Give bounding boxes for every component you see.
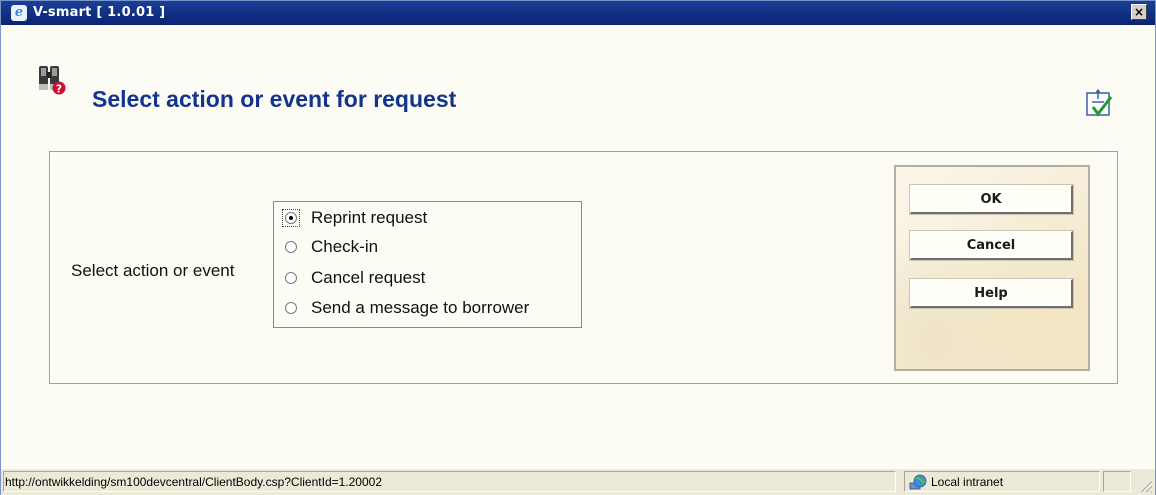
radio-label: Reprint request — [311, 208, 428, 227]
ok-button[interactable]: OK — [909, 184, 1074, 215]
globe-intranet-icon — [909, 474, 927, 490]
radio-button[interactable] — [285, 212, 297, 224]
page-title: Select action or event for request — [92, 86, 457, 112]
radio-label: Send a message to borrower — [311, 298, 530, 317]
resize-grip-icon[interactable] — [1135, 475, 1153, 493]
form-check-icon[interactable] — [1084, 89, 1114, 119]
status-url: http://ontwikkelding/sm100devcentral/Cli… — [3, 471, 896, 492]
radio-button[interactable] — [285, 241, 297, 253]
security-zone[interactable]: Local intranet — [904, 471, 1100, 492]
field-label-action: Select action or event — [71, 261, 235, 280]
radio-label: Cancel request — [311, 268, 426, 287]
svg-text:?: ? — [56, 83, 62, 96]
browser-icon: e — [11, 5, 27, 21]
status-bar: http://ontwikkelding/sm100devcentral/Cli… — [1, 468, 1155, 495]
status-panel-empty — [1103, 471, 1131, 492]
window-title: V-smart [ 1.0.01 ] — [33, 5, 166, 20]
help-button[interactable]: Help — [909, 278, 1074, 309]
radio-label: Check-in — [311, 237, 379, 256]
radio-button[interactable] — [285, 272, 297, 284]
zone-label: Local intranet — [931, 475, 1004, 489]
cancel-button[interactable]: Cancel — [909, 230, 1074, 261]
title-bar[interactable]: e V-smart [ 1.0.01 ] × — [1, 1, 1155, 25]
application-window: e V-smart [ 1.0.01 ] × ? Select action o… — [0, 0, 1156, 495]
action-radio-group: Reprint request Check-in Cancel request … — [273, 201, 582, 328]
binoculars-question-icon: ? — [39, 66, 66, 96]
close-button[interactable]: × — [1131, 4, 1147, 20]
radio-button[interactable] — [285, 302, 297, 314]
